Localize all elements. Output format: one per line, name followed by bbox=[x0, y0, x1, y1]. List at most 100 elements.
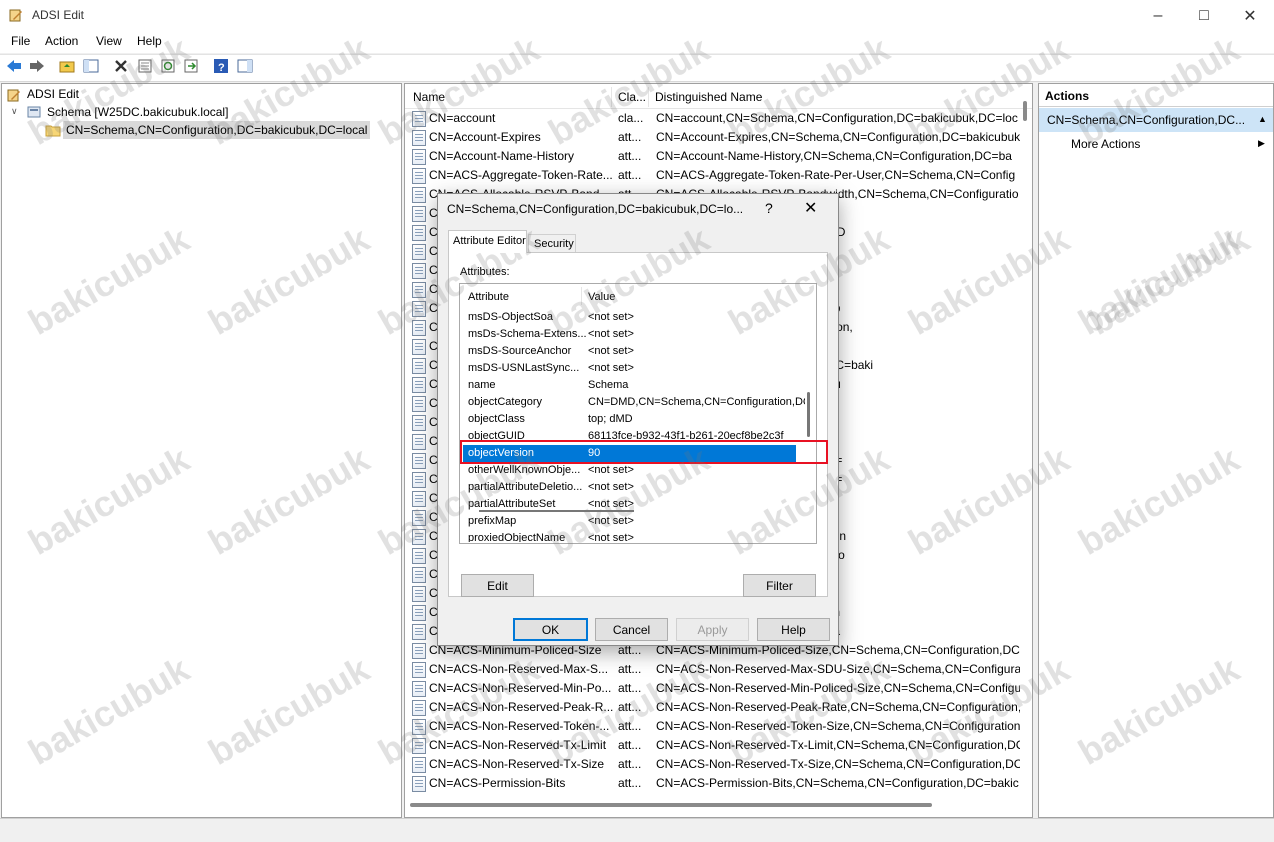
properties-dialog: CN=Schema,CN=Configuration,DC=bakicubuk,… bbox=[437, 193, 839, 646]
list-item[interactable]: CN=ACS-Non-Reserved-Token-... att... CN=AC… bbox=[405, 717, 1020, 736]
attribute-row[interactable]: msDS-USNLastSync... <not set> bbox=[460, 360, 800, 377]
column-header-class[interactable]: Cla... bbox=[618, 90, 646, 104]
attribute-name: msDS-SourceAnchor bbox=[468, 345, 572, 357]
maximize-button[interactable]: □ bbox=[1181, 0, 1227, 31]
attribute-value: <not set> bbox=[588, 464, 634, 476]
list-item[interactable]: CN=ACS-Permission-Bits att... CN=ACS-Permi… bbox=[405, 774, 1020, 793]
document-icon bbox=[412, 567, 426, 583]
attribute-row[interactable]: msDS-SourceAnchor <not set> bbox=[460, 343, 800, 360]
document-icon bbox=[412, 187, 426, 203]
tab-attribute-editor[interactable]: Attribute Editor bbox=[448, 230, 527, 253]
edit-button[interactable]: Edit bbox=[461, 574, 534, 597]
tab-panel: Attributes: Attribute Value msDS-ObjectS… bbox=[448, 252, 828, 597]
attribute-row[interactable]: msDs-Schema-Extens... <not set> bbox=[460, 326, 800, 343]
document-icon bbox=[412, 529, 426, 545]
menu-action[interactable]: Action bbox=[45, 34, 78, 48]
menu-view[interactable]: View bbox=[96, 34, 122, 48]
document-icon bbox=[412, 111, 426, 127]
attribute-value: <not set> bbox=[588, 481, 634, 493]
attribute-value: top; dMD bbox=[588, 413, 633, 425]
caret-up-icon[interactable]: ▲ bbox=[1258, 114, 1267, 124]
cancel-button[interactable]: Cancel bbox=[595, 618, 668, 641]
document-icon bbox=[412, 282, 426, 298]
attribute-row[interactable]: msDS-ObjectSoa <not set> bbox=[460, 309, 800, 326]
document-icon bbox=[412, 434, 426, 450]
list-item-class: att... bbox=[618, 662, 642, 676]
chevron-down-icon[interactable]: ∨ bbox=[11, 106, 18, 117]
tree-schema-label[interactable]: Schema [W25DC.bakicubuk.local] bbox=[47, 105, 228, 119]
actions-title: Actions bbox=[1045, 89, 1090, 103]
attribute-name: prefixMap bbox=[468, 515, 517, 527]
list-item[interactable]: CN=ACS-Non-Reserved-Tx-Size att... CN=ACS-… bbox=[405, 755, 1020, 774]
folder-icon bbox=[45, 123, 61, 137]
attribute-rows: msDS-ObjectSoa <not set> msDs-Schema-Exten… bbox=[460, 309, 805, 542]
document-icon bbox=[412, 415, 426, 431]
attribute-name: objectClass bbox=[468, 413, 525, 425]
list-item[interactable]: CN=ACS-Non-Reserved-Max-S... att... CN=ACS… bbox=[405, 660, 1020, 679]
tree-root-label[interactable]: ADSI Edit bbox=[27, 87, 79, 101]
column-divider[interactable] bbox=[648, 87, 649, 107]
list-item[interactable]: CN=ACS-Non-Reserved-Min-Po... att... CN=AC… bbox=[405, 679, 1020, 698]
submenu-arrow-icon[interactable]: ▶ bbox=[1258, 138, 1265, 149]
dialog-close-icon[interactable]: ✕ bbox=[804, 198, 817, 218]
attribute-hscroll-bar[interactable] bbox=[479, 510, 634, 512]
attribute-row[interactable]: partialAttributeDeletio... <not set> bbox=[460, 479, 800, 496]
more-actions-item[interactable]: More Actions bbox=[1071, 137, 1140, 151]
delete-icon[interactable] bbox=[112, 57, 130, 75]
list-item-dn: CN=ACS-Non-Reserved-Tx-Size,CN=Schema,CN… bbox=[656, 757, 1020, 771]
value-column-header[interactable]: Value bbox=[588, 291, 615, 303]
attribute-row[interactable]: proxiedObjectName <not set> bbox=[460, 530, 800, 542]
document-icon bbox=[412, 776, 426, 792]
menu-file[interactable]: File bbox=[11, 34, 30, 48]
dialog-title: CN=Schema,CN=Configuration,DC=bakicubuk,… bbox=[447, 202, 744, 216]
attribute-column-header[interactable]: Attribute bbox=[468, 291, 509, 303]
attribute-row[interactable]: objectClass top; dMD bbox=[460, 411, 800, 428]
column-divider[interactable] bbox=[611, 87, 612, 107]
attribute-row[interactable]: name Schema bbox=[460, 377, 800, 394]
menu-help[interactable]: Help bbox=[137, 34, 162, 48]
back-arrow-icon[interactable] bbox=[5, 57, 23, 75]
vertical-scrollbar-thumb[interactable] bbox=[1023, 101, 1027, 121]
adsi-edit-root-icon bbox=[7, 88, 23, 102]
svg-text:?: ? bbox=[218, 62, 225, 73]
list-item[interactable]: CN=Account-Name-History att... CN=Account-… bbox=[405, 147, 1020, 166]
show-hide-tree-icon[interactable] bbox=[82, 57, 100, 75]
list-item-dn: CN=ACS-Non-Reserved-Tx-Limit,CN=Schema,C… bbox=[656, 738, 1020, 752]
column-header-dn[interactable]: Distinguished Name bbox=[655, 90, 762, 104]
refresh-icon[interactable] bbox=[159, 57, 177, 75]
list-item-name: CN=ACS-Non-Reserved-Min-Po... bbox=[429, 681, 612, 695]
attribute-vscroll-thumb[interactable] bbox=[807, 392, 810, 437]
attribute-name: objectCategory bbox=[468, 396, 542, 408]
close-button[interactable]: ✕ bbox=[1227, 0, 1273, 31]
help-icon[interactable]: ? bbox=[212, 57, 230, 75]
list-item[interactable]: CN=ACS-Aggregate-Token-Rate... att... CN=A… bbox=[405, 166, 1020, 185]
list-item-class: att... bbox=[618, 738, 642, 752]
help-button[interactable]: Help bbox=[757, 618, 830, 641]
up-folder-icon[interactable] bbox=[58, 57, 76, 75]
list-item-dn: CN=ACS-Non-Reserved-Token-Size,CN=Schema… bbox=[656, 719, 1020, 733]
attribute-row[interactable]: objectCategory CN=DMD,CN=Schema,CN=Config… bbox=[460, 394, 805, 411]
properties-icon[interactable] bbox=[136, 57, 154, 75]
attribute-row[interactable]: prefixMap <not set> bbox=[460, 513, 800, 530]
horizontal-scrollbar-thumb[interactable] bbox=[410, 803, 932, 807]
list-item-class: att... bbox=[618, 700, 642, 714]
ok-button[interactable]: OK bbox=[513, 618, 588, 641]
dialog-help-button[interactable]: ? bbox=[765, 200, 773, 216]
list-item[interactable]: CN=Account-Expires att... CN=Account-Expir… bbox=[405, 128, 1020, 147]
export-list-icon[interactable] bbox=[182, 57, 200, 75]
forward-arrow-icon[interactable] bbox=[28, 57, 46, 75]
list-item[interactable]: CN=ACS-Non-Reserved-Peak-R... att... CN=AC… bbox=[405, 698, 1020, 717]
minimize-button[interactable]: – bbox=[1135, 0, 1181, 31]
tab-security[interactable]: Security bbox=[528, 234, 576, 253]
list-item[interactable]: CN=account cla... CN=account,CN=Schema,CN=… bbox=[405, 109, 1020, 128]
column-divider[interactable] bbox=[581, 287, 582, 305]
list-item[interactable]: CN=ACS-Non-Reserved-Tx-Limit att... CN=ACS… bbox=[405, 736, 1020, 755]
attribute-row[interactable]: otherWellKnownObje... <not set> bbox=[460, 462, 800, 479]
column-header-name[interactable]: Name bbox=[413, 90, 445, 104]
filter-button[interactable]: Filter bbox=[743, 574, 816, 597]
tree-selected-node[interactable]: CN=Schema,CN=Configuration,DC=bakicubuk,… bbox=[63, 121, 371, 139]
apply-button[interactable]: Apply bbox=[676, 618, 749, 641]
document-icon bbox=[412, 301, 426, 317]
show-hide-action-pane-icon[interactable] bbox=[236, 57, 254, 75]
schema-node-icon bbox=[26, 105, 42, 119]
